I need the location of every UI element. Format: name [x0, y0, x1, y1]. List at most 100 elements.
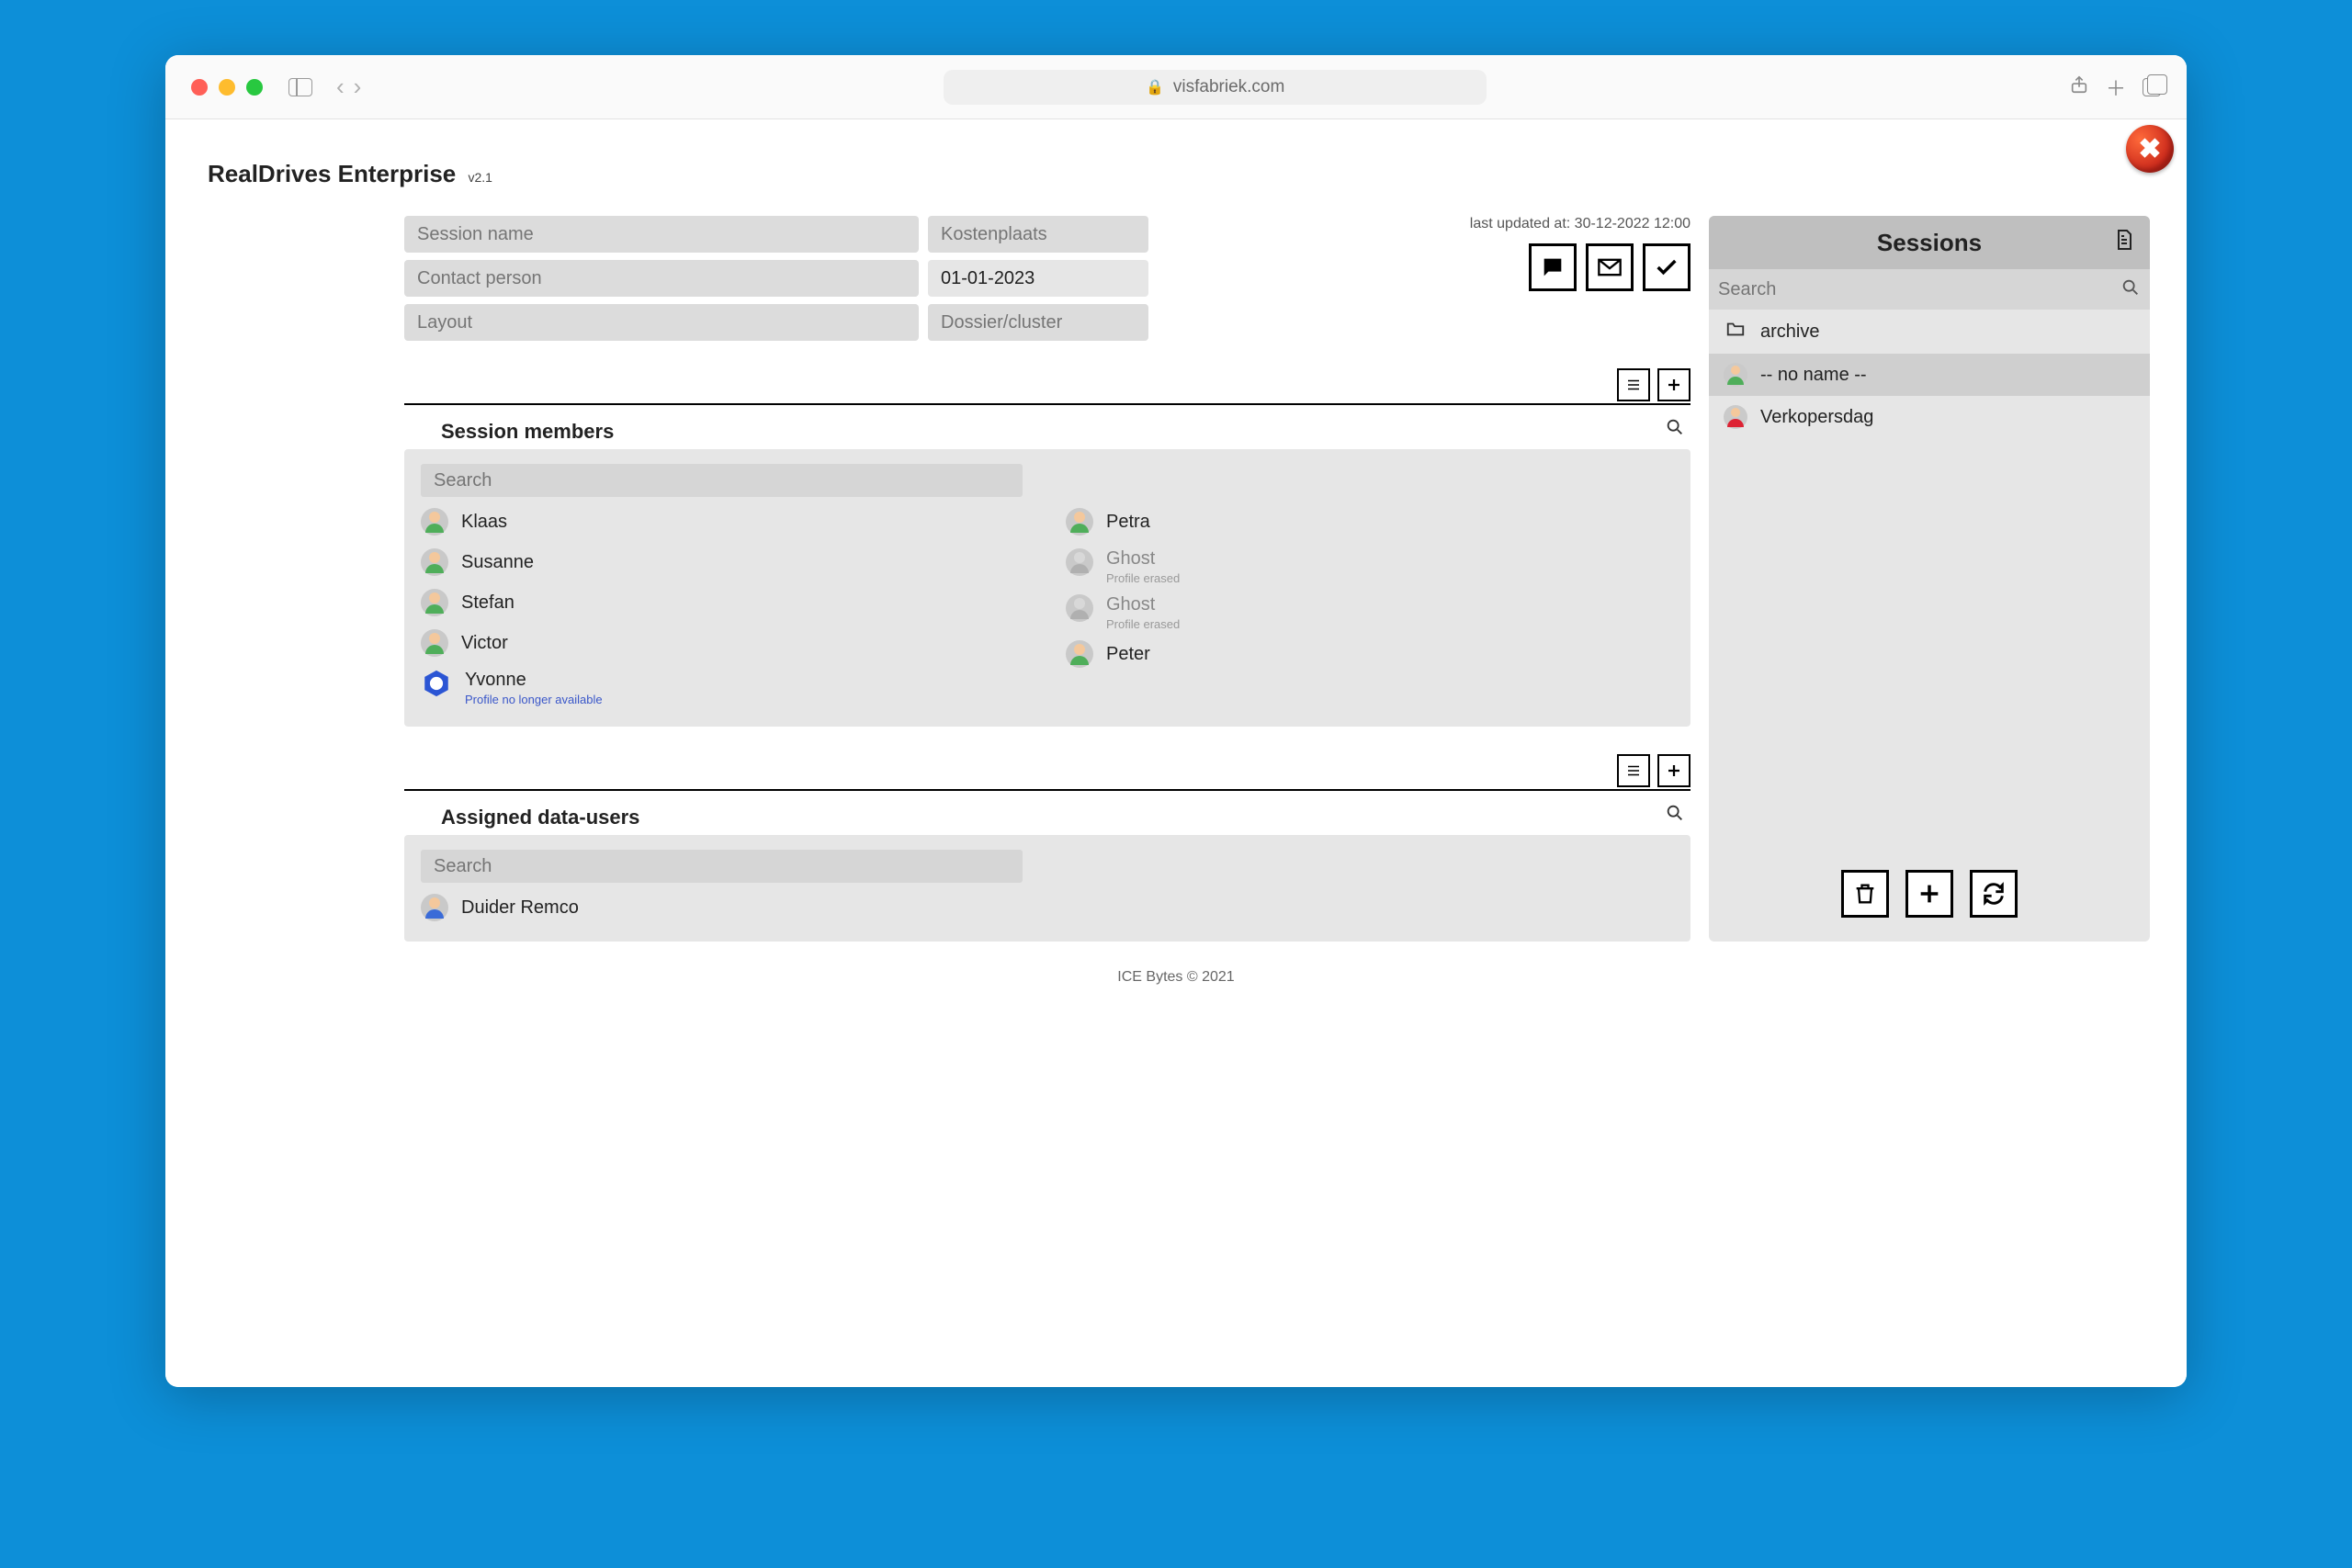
close-badge-icon[interactable]: ✖ [2126, 125, 2174, 173]
person-icon [1724, 405, 1747, 429]
app-version: v2.1 [468, 170, 492, 185]
datausers-search-input[interactable] [421, 850, 1023, 883]
form-col-right [928, 216, 1148, 341]
datausers-title-row: Assigned data-users [404, 789, 1690, 835]
members-search-icon[interactable] [1665, 417, 1690, 443]
members-list-button[interactable] [1617, 368, 1650, 401]
avatar-icon [1066, 548, 1093, 576]
kostenplaats-input[interactable] [928, 216, 1148, 253]
layout-input[interactable] [404, 304, 919, 341]
member-item[interactable]: Klaas [421, 508, 1029, 536]
members-col-left: Klaas Susanne Stefan [421, 508, 1029, 706]
person-icon [1724, 363, 1747, 387]
sidebar-toggle-icon[interactable] [288, 78, 312, 96]
member-name: Yvonne [465, 670, 526, 690]
workspace: last updated at: 30-12-2022 12:00 [202, 216, 2150, 942]
member-item-ghost[interactable]: Ghost Profile erased [1066, 594, 1674, 631]
members-title: Session members [404, 411, 614, 449]
avatar-icon [421, 508, 448, 536]
sessions-list: archive -- no name -- Verkopersdag [1709, 310, 2150, 850]
avatar-icon [1066, 640, 1093, 668]
avatar-icon [421, 548, 448, 576]
session-item-verkopersdag[interactable]: Verkopersdag [1709, 396, 2150, 438]
window-zoom-dot[interactable] [246, 79, 263, 96]
session-item-archive[interactable]: archive [1709, 310, 2150, 354]
datauser-name: Duider Remco [461, 897, 579, 919]
sessions-panel: Sessions archive [1709, 216, 2150, 942]
avatar-icon [421, 894, 448, 921]
meta-col: last updated at: 30-12-2022 12:00 [1158, 216, 1690, 291]
sessions-footer [1709, 850, 2150, 942]
contact-person-input[interactable] [404, 260, 919, 297]
session-item-noname[interactable]: -- no name -- [1709, 354, 2150, 396]
hex-avatar-icon [421, 670, 452, 697]
members-grid: Klaas Susanne Stefan [421, 508, 1674, 706]
members-add-button[interactable] [1657, 368, 1690, 401]
date-input[interactable] [928, 260, 1148, 297]
last-updated-label: last updated at: [1470, 216, 1570, 231]
member-name: Klaas [461, 512, 507, 533]
form-col-left [404, 216, 919, 341]
address-pill[interactable]: 🔒 visfabriek.com [944, 70, 1487, 105]
session-delete-button[interactable] [1841, 870, 1889, 918]
new-tab-icon[interactable]: ＋ [2106, 73, 2126, 102]
member-item[interactable]: Susanne [421, 548, 1029, 576]
session-refresh-button[interactable] [1970, 870, 2018, 918]
member-item[interactable]: Stefan [421, 589, 1029, 616]
export-doc-icon[interactable] [2113, 229, 2135, 257]
session-form: last updated at: 30-12-2022 12:00 [202, 216, 1690, 341]
tab-overview-icon[interactable] [2143, 78, 2161, 96]
members-toolbar [404, 368, 1690, 401]
member-name: Peter [1106, 644, 1150, 665]
main-panel: last updated at: 30-12-2022 12:00 [202, 216, 1690, 942]
browser-chrome: ‹ › 🔒 visfabriek.com ＋ [165, 55, 2187, 119]
member-item[interactable]: Peter [1066, 640, 1674, 668]
chrome-right: ＋ [2069, 73, 2161, 102]
datausers-search-icon[interactable] [1665, 803, 1690, 829]
address-bar: 🔒 visfabriek.com [378, 70, 2052, 105]
session-add-button[interactable] [1905, 870, 1953, 918]
member-name: Victor [461, 633, 508, 654]
avatar-icon [1066, 508, 1093, 536]
datausers-toolbar [404, 754, 1690, 787]
member-name-block: Ghost Profile erased [1106, 548, 1180, 585]
window-minimize-dot[interactable] [219, 79, 235, 96]
forward-button[interactable]: › [354, 73, 362, 101]
sessions-header: Sessions [1709, 216, 2150, 269]
session-members-section: Session members Klaas [202, 368, 1690, 727]
sessions-search-input[interactable] [1718, 275, 2113, 304]
members-search-input[interactable] [421, 464, 1023, 497]
back-button[interactable]: ‹ [336, 73, 345, 101]
datauser-item[interactable]: Duider Remco [421, 894, 1674, 921]
window-close-dot[interactable] [191, 79, 208, 96]
member-name: Stefan [461, 592, 514, 614]
member-sub: Profile erased [1106, 617, 1180, 631]
datausers-body: Duider Remco [404, 835, 1690, 942]
member-name: Ghost [1106, 594, 1155, 615]
member-item-ghost[interactable]: Ghost Profile erased [1066, 548, 1674, 585]
datausers-list-button[interactable] [1617, 754, 1650, 787]
member-name: Petra [1106, 512, 1150, 533]
share-icon[interactable] [2069, 74, 2089, 100]
sessions-title: Sessions [1877, 229, 1982, 257]
avatar-icon [421, 629, 448, 657]
dossier-input[interactable] [928, 304, 1148, 341]
member-item[interactable]: Victor [421, 629, 1029, 657]
member-item[interactable]: Petra [1066, 508, 1674, 536]
session-name-input[interactable] [404, 216, 919, 253]
session-label: Verkopersdag [1760, 407, 1873, 428]
datausers-title: Assigned data-users [404, 796, 639, 835]
member-sub: Profile erased [1106, 571, 1180, 585]
session-label: archive [1760, 321, 1819, 343]
member-name: Ghost [1106, 548, 1155, 569]
member-name-block: Yvonne Profile no longer available [465, 670, 603, 706]
folder-icon [1724, 319, 1747, 344]
confirm-button[interactable] [1643, 243, 1690, 291]
member-item[interactable]: Yvonne Profile no longer available [421, 670, 1029, 706]
chat-button[interactable] [1529, 243, 1577, 291]
url-text: visfabriek.com [1173, 77, 1284, 97]
datausers-add-button[interactable] [1657, 754, 1690, 787]
members-col-right: Petra Ghost Profile erased [1066, 508, 1674, 706]
search-icon[interactable] [2120, 277, 2141, 302]
mail-button[interactable] [1586, 243, 1634, 291]
